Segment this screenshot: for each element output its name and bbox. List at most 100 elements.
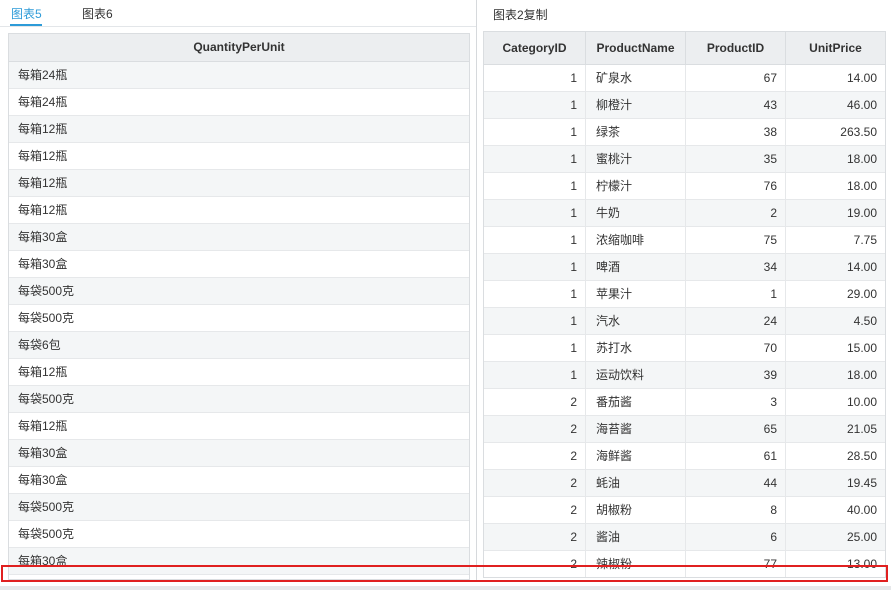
table-row[interactable]: 每箱30盒 [9, 548, 469, 575]
cell-categoryid: 1 [484, 308, 586, 334]
cell-unitprice: 19.00 [846, 206, 877, 220]
column-header-categoryid[interactable]: CategoryID [484, 32, 586, 64]
chart-tabs: 图表5 图表6 [0, 0, 476, 27]
table-row[interactable]: 每袋500克 [9, 386, 469, 413]
table-row[interactable]: 每箱12瓶 [9, 413, 469, 440]
cell-unitprice: 13.00 [846, 557, 877, 571]
table-row[interactable]: 1 运动饮料 39 18.00 [484, 362, 885, 389]
cell-productname: 苹果汁 [586, 281, 686, 307]
bottom-bar [0, 586, 891, 590]
cell-categoryid: 1 [484, 281, 586, 307]
table-row[interactable]: 1 苹果汁 1 29.00 [484, 281, 885, 308]
cell-productname: 蚝油 [586, 470, 686, 496]
table-row[interactable]: 每袋6包 [9, 332, 469, 359]
table-row[interactable]: 1 柳橙汁 43 46.00 [484, 92, 885, 119]
cell-unitprice: 10.00 [846, 395, 877, 409]
quantity-table-body: 每箱24瓶 每箱24瓶 每箱12瓶 每箱12瓶 每箱12瓶 每箱12瓶 每箱30盒 每箱30盒… [9, 62, 469, 575]
cell-productid: 3 [686, 389, 786, 415]
table-row[interactable]: 1 矿泉水 67 14.00 [484, 65, 885, 92]
table-row[interactable]: 每箱12瓶 [9, 359, 469, 386]
cell-unitprice: 14.00 [846, 260, 877, 274]
tab-chart5[interactable]: 图表5 [11, 5, 42, 22]
cell-productname: 运动饮料 [586, 362, 686, 388]
quantity-table: QuantityPerUnit 每箱24瓶 每箱24瓶 每箱12瓶 每箱12瓶 每箱12… [8, 33, 470, 580]
cell-unitprice: 25.00 [846, 530, 877, 544]
table-row[interactable]: 每箱12瓶 [9, 143, 469, 170]
active-tab-indicator [10, 24, 42, 26]
table-row[interactable]: 2 海苔酱 65 21.05 [484, 416, 885, 443]
cell-productname: 海苔酱 [586, 416, 686, 442]
cell-unitprice: 40.00 [846, 503, 877, 517]
cell-productname: 矿泉水 [586, 65, 686, 91]
cell-productid: 2 [686, 200, 786, 226]
table-row[interactable]: 1 啤酒 34 14.00 [484, 254, 885, 281]
table-row[interactable]: 2 蚝油 44 19.45 [484, 470, 885, 497]
cell-productid: 39 [686, 362, 786, 388]
table-row[interactable]: 1 绿茶 38 263.50 [484, 119, 885, 146]
table-row[interactable]: 每箱30盒 [9, 251, 469, 278]
cell-productid: 38 [686, 119, 786, 145]
column-header-productid[interactable]: ProductID [686, 32, 786, 64]
table-row[interactable]: 2 海鲜酱 61 28.50 [484, 443, 885, 470]
table-row[interactable]: 每袋500克 [9, 521, 469, 548]
cell-productid: 6 [686, 524, 786, 550]
table-row[interactable]: 2 番茄酱 3 10.00 [484, 389, 885, 416]
table-row[interactable]: 1 浓缩咖啡 75 7.75 [484, 227, 885, 254]
table-row[interactable]: 1 牛奶 2 19.00 [484, 200, 885, 227]
table-row[interactable]: 每箱30盒 [9, 467, 469, 494]
cell-productid: 77 [686, 551, 786, 577]
cell-unitprice: 46.00 [846, 98, 877, 112]
cell-unitprice: 29.00 [846, 287, 877, 301]
table-row[interactable]: 1 柠檬汁 76 18.00 [484, 173, 885, 200]
cell-categoryid: 2 [484, 551, 586, 577]
cell-unitprice: 18.00 [846, 152, 877, 166]
cell-categoryid: 2 [484, 524, 586, 550]
cell-productid: 35 [686, 146, 786, 172]
cell-productname: 蜜桃汁 [586, 146, 686, 172]
tab-chart6[interactable]: 图表6 [82, 5, 113, 22]
table-row[interactable]: 1 蜜桃汁 35 18.00 [484, 146, 885, 173]
cell-categoryid: 2 [484, 443, 586, 469]
table-row[interactable]: 2 胡椒粉 8 40.00 [484, 497, 885, 524]
cell-productid: 44 [686, 470, 786, 496]
cell-productname: 柳橙汁 [586, 92, 686, 118]
cell-categoryid: 1 [484, 362, 586, 388]
cell-categoryid: 2 [484, 416, 586, 442]
table-row[interactable]: 每袋500克 [9, 278, 469, 305]
cell-categoryid: 2 [484, 389, 586, 415]
cell-productid: 70 [686, 335, 786, 361]
product-table-body: 1 矿泉水 67 14.00 1 柳橙汁 43 46.00 1 绿茶 38 263.50 1 蜜桃汁 35 1… [484, 65, 885, 577]
table-row[interactable]: 每箱24瓶 [9, 62, 469, 89]
column-header-unitprice[interactable]: UnitPrice [786, 32, 885, 64]
table-row[interactable]: 每箱30盒 [9, 224, 469, 251]
cell-categoryid: 1 [484, 335, 586, 361]
table-row[interactable]: 每箱12瓶 [9, 170, 469, 197]
cell-productid: 24 [686, 308, 786, 334]
cell-categoryid: 1 [484, 227, 586, 253]
cell-productname: 柠檬汁 [586, 173, 686, 199]
table-row[interactable]: 每袋500克 [9, 305, 469, 332]
cell-productid: 61 [686, 443, 786, 469]
cell-productid: 34 [686, 254, 786, 280]
table-row[interactable]: 每袋500克 [9, 494, 469, 521]
cell-productname: 胡椒粉 [586, 497, 686, 523]
table-row[interactable]: 2 酱油 6 25.00 [484, 524, 885, 551]
cell-productname: 辣椒粉 [586, 551, 686, 577]
table-row[interactable]: 每箱24瓶 [9, 89, 469, 116]
cell-categoryid: 1 [484, 254, 586, 280]
column-header-quantityperunit[interactable]: QuantityPerUnit [9, 34, 469, 62]
table-row[interactable]: 2 辣椒粉 77 13.00 [484, 551, 885, 577]
cell-productname: 酱油 [586, 524, 686, 550]
table-row[interactable]: 每箱12瓶 [9, 197, 469, 224]
table-row[interactable]: 每箱12瓶 [9, 116, 469, 143]
table-row[interactable]: 1 苏打水 70 15.00 [484, 335, 885, 362]
right-panel: 图表2复制 CategoryID ProductName ProductID U… [478, 0, 891, 580]
table-row[interactable]: 每箱30盒 [9, 440, 469, 467]
cell-categoryid: 2 [484, 470, 586, 496]
column-header-productname[interactable]: ProductName [586, 32, 686, 64]
cell-productid: 75 [686, 227, 786, 253]
cell-unitprice: 18.00 [846, 368, 877, 382]
cell-productname: 牛奶 [586, 200, 686, 226]
table-row[interactable]: 1 汽水 24 4.50 [484, 308, 885, 335]
cell-productid: 65 [686, 416, 786, 442]
